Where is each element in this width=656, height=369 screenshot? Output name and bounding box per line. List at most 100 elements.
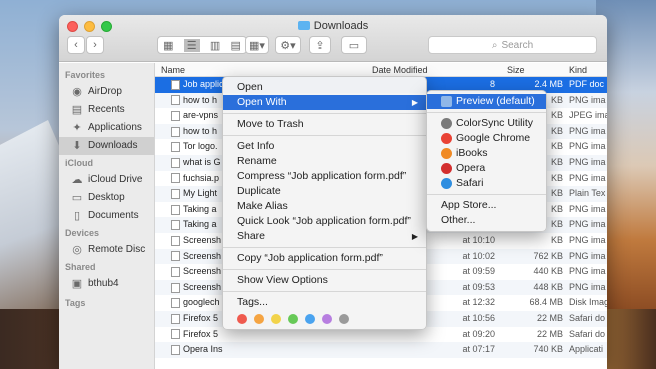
- tag-color-dot[interactable]: [305, 314, 315, 324]
- column-name[interactable]: Name: [161, 65, 185, 75]
- tag-color-dot[interactable]: [322, 314, 332, 324]
- forward-button[interactable]: ›: [86, 36, 104, 54]
- file-icon: [171, 126, 180, 137]
- menu-item-duplicate[interactable]: Duplicate: [223, 184, 426, 199]
- file-name-text: Screensh: [183, 234, 222, 245]
- file-kind: PNG ima: [569, 156, 606, 167]
- group-by-button[interactable]: ▦▾: [245, 36, 269, 54]
- tag-color-dot[interactable]: [237, 314, 247, 324]
- menu-item-open[interactable]: Open: [223, 80, 426, 95]
- action-button[interactable]: ⚙▾: [275, 36, 301, 54]
- sidebar-section-header: Devices: [65, 228, 100, 238]
- tag-color-dot[interactable]: [288, 314, 298, 324]
- menu-item-copy-job-application-form-pdf[interactable]: Copy “Job application form.pdf”: [223, 251, 426, 266]
- toolbar: ‹ › ▦ ☰ ▥ ▤ ▦▾ ⚙▾ ⇪ ▭ ⌕ Search: [59, 36, 607, 56]
- column-header: Name Date Modified Size Kind: [155, 63, 607, 77]
- open-with-preview-default[interactable]: Preview (default): [427, 94, 546, 109]
- back-button[interactable]: ‹: [67, 36, 85, 54]
- file-name-text: Opera Ins: [183, 344, 223, 355]
- sidebar-item-applications[interactable]: ✦ Applications: [59, 119, 154, 137]
- menu-item-label: Rename: [237, 155, 277, 167]
- file-size: 440 KB: [533, 266, 563, 277]
- open-with-app-store[interactable]: App Store...: [427, 198, 546, 213]
- sidebar-item-bthub4[interactable]: ▣ bthub4: [59, 275, 154, 293]
- file-kind: PNG ima: [569, 281, 606, 292]
- open-with-google-chrome[interactable]: Google Chrome: [427, 131, 546, 146]
- sidebar-item-icloud-drive[interactable]: ☁ iCloud Drive: [59, 171, 154, 189]
- file-name-text: how to h: [183, 125, 218, 136]
- file-size: 22 MB: [536, 312, 563, 323]
- view-mode-selector[interactable]: ▦ ☰ ▥ ▤: [157, 36, 247, 54]
- sidebar: Favorites ◉ AirDrop ▤ Recents ✦ Applications ⬇ D…: [59, 63, 155, 369]
- menu-separator: [223, 269, 426, 270]
- list-view-icon[interactable]: ☰: [183, 38, 200, 52]
- file-icon: [171, 142, 180, 153]
- file-row[interactable]: Opera Ins at 07:17 740 KB Applicati: [155, 342, 607, 358]
- desktop-icon: ▭: [71, 192, 83, 204]
- tag-color-dot[interactable]: [271, 314, 281, 324]
- sidebar-item-downloads[interactable]: ⬇ Downloads: [59, 137, 154, 155]
- file-kind: PDF doc: [569, 79, 605, 89]
- menu-item-label: Google Chrome: [456, 132, 531, 144]
- column-size[interactable]: Size: [507, 65, 525, 75]
- file-icon: [171, 344, 180, 355]
- file-name-text: are-vpns: [183, 110, 219, 121]
- chrome-icon: [441, 133, 452, 144]
- menu-item-label: ColorSync Utility: [456, 117, 534, 129]
- menu-item-compress-job-application-form-pdf[interactable]: Compress “Job application form.pdf”: [223, 169, 426, 184]
- sidebar-item-desktop[interactable]: ▭ Desktop: [59, 189, 154, 207]
- window-title: Downloads: [59, 20, 607, 32]
- tag-color-dot[interactable]: [339, 314, 349, 324]
- menu-item-label: Opera: [456, 162, 486, 174]
- sidebar-item-recents[interactable]: ▤ Recents: [59, 101, 154, 119]
- open-with-colorsync-utility[interactable]: ColorSync Utility: [427, 116, 546, 131]
- title-bar: Downloads ‹ › ▦ ☰ ▥ ▤ ▦▾ ⚙▾ ⇪ ▭ ⌕ Search: [59, 15, 607, 62]
- sidebar-item-label: iCloud Drive: [88, 174, 143, 185]
- colorsync-icon: [441, 118, 452, 129]
- file-name-text: My Light: [183, 188, 218, 199]
- menu-item-tags[interactable]: Tags...: [223, 295, 426, 310]
- menu-item-move-to-trash[interactable]: Move to Trash: [223, 117, 426, 132]
- menu-separator: [427, 194, 546, 195]
- open-with-opera[interactable]: Opera: [427, 161, 546, 176]
- file-name-text: googlech: [183, 297, 220, 308]
- menu-item-share[interactable]: Share ▶: [223, 229, 426, 244]
- file-icon: [171, 235, 180, 246]
- sidebar-section-header: Tags: [65, 298, 86, 308]
- gallery-view-icon[interactable]: ▤: [230, 39, 240, 52]
- tag-icon: ▭: [348, 39, 360, 52]
- menu-item-get-info[interactable]: Get Info: [223, 139, 426, 154]
- column-date-modified[interactable]: Date Modified: [372, 65, 428, 75]
- open-with-other[interactable]: Other...: [427, 213, 546, 228]
- file-size: 740 KB: [533, 344, 563, 355]
- file-icon: [171, 110, 180, 121]
- menu-item-make-alias[interactable]: Make Alias: [223, 199, 426, 214]
- search-field[interactable]: ⌕ Search: [428, 36, 597, 54]
- menu-item-label: Get Info: [237, 140, 275, 152]
- menu-item-rename[interactable]: Rename: [223, 154, 426, 169]
- file-kind: PNG ima: [569, 94, 606, 105]
- open-with-ibooks[interactable]: iBooks: [427, 146, 546, 161]
- menu-separator: [223, 113, 426, 114]
- file-kind: PNG ima: [569, 141, 606, 152]
- tags-button[interactable]: ▭: [341, 36, 367, 54]
- file-kind: PNG ima: [569, 266, 606, 277]
- open-with-safari[interactable]: Safari: [427, 176, 546, 191]
- sidebar-section-header: iCloud: [65, 158, 93, 168]
- column-kind[interactable]: Kind: [569, 65, 587, 75]
- sidebar-item-documents[interactable]: ▯ Documents: [59, 207, 154, 225]
- menu-item-show-view-options[interactable]: Show View Options: [223, 273, 426, 288]
- share-button[interactable]: ⇪: [309, 36, 331, 54]
- documents-icon: ▯: [73, 210, 81, 222]
- column-view-icon[interactable]: ▥: [210, 39, 220, 52]
- tag-colors: [223, 310, 426, 326]
- menu-item-quick-look-job-application-form-pdf[interactable]: Quick Look “Job application form.pdf”: [223, 214, 426, 229]
- sidebar-item-label: bthub4: [88, 278, 119, 289]
- sidebar-item-label: Applications: [88, 122, 142, 133]
- menu-item-open-with[interactable]: Open With ▶: [223, 95, 426, 110]
- tag-color-dot[interactable]: [254, 314, 264, 324]
- sidebar-item-remote-disc[interactable]: ◎ Remote Disc: [59, 241, 154, 259]
- sidebar-item-airdrop[interactable]: ◉ AirDrop: [59, 83, 154, 101]
- icon-view-icon[interactable]: ▦: [163, 39, 173, 52]
- menu-item-label: Move to Trash: [237, 118, 304, 130]
